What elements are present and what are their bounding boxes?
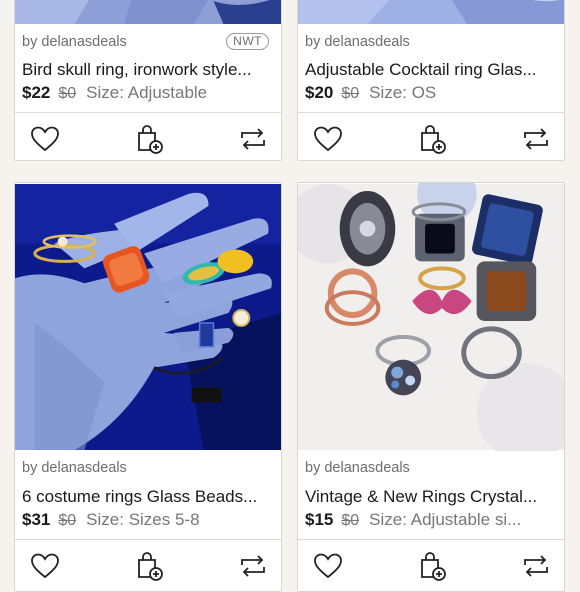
listing-title[interactable]: 6 costume rings Glass Beads... — [22, 487, 274, 507]
heart-icon[interactable] — [312, 123, 344, 155]
size-label: Size: Adjustable — [86, 83, 208, 102]
card-actions — [298, 539, 564, 590]
card-actions — [15, 539, 281, 590]
share-arrows-icon[interactable] — [237, 123, 269, 155]
price: $31 — [22, 510, 51, 529]
seller-name[interactable]: by delanasdeals — [22, 460, 127, 476]
listing-grid: by delanasdeals NWT Bird skull ring, iro… — [0, 0, 580, 592]
size-label: Size: Sizes 5-8 — [86, 510, 200, 529]
price-line: $31 $0 Size: Sizes 5-8 — [22, 510, 274, 530]
bag-add-icon[interactable] — [133, 550, 165, 582]
price-line: $20 $0 Size: OS — [305, 83, 557, 103]
listing-title[interactable]: Adjustable Cocktail ring Glas... — [305, 60, 557, 80]
listing-image[interactable] — [15, 183, 281, 451]
listing-image[interactable] — [298, 183, 564, 451]
bag-add-icon[interactable] — [416, 123, 448, 155]
card-actions — [298, 112, 564, 160]
original-price: $0 — [58, 512, 77, 529]
price: $20 — [305, 83, 334, 102]
original-price: $0 — [341, 85, 360, 102]
seller-name[interactable]: by delanasdeals — [305, 460, 410, 476]
listing-card[interactable]: by delanasdeals 6 costume rings Glass Be… — [14, 182, 282, 592]
bag-add-icon[interactable] — [416, 550, 448, 582]
listing-card[interactable]: by delanasdeals NWT Bird skull ring, iro… — [14, 0, 282, 161]
price: $22 — [22, 83, 51, 102]
listing-card[interactable]: by delanasdeals Vintage & New Rings Crys… — [297, 182, 565, 592]
share-arrows-icon[interactable] — [520, 550, 552, 582]
seller-name[interactable]: by delanasdeals — [305, 34, 410, 50]
share-arrows-icon[interactable] — [520, 123, 552, 155]
listing-title[interactable]: Bird skull ring, ironwork style... — [22, 60, 274, 80]
price-line: $22 $0 Size: Adjustable — [22, 83, 274, 103]
seller-name[interactable]: by delanasdeals — [22, 34, 127, 50]
bag-add-icon[interactable] — [133, 123, 165, 155]
original-price: $0 — [341, 512, 360, 529]
price-line: $15 $0 Size: Adjustable si... — [305, 510, 557, 530]
heart-icon[interactable] — [312, 550, 344, 582]
listing-card[interactable]: by delanasdeals Adjustable Cocktail ring… — [297, 0, 565, 161]
share-arrows-icon[interactable] — [237, 550, 269, 582]
card-actions — [15, 112, 281, 160]
price: $15 — [305, 510, 334, 529]
original-price: $0 — [58, 85, 77, 102]
listing-image[interactable] — [298, 0, 564, 24]
size-label: Size: OS — [369, 83, 437, 102]
heart-icon[interactable] — [29, 550, 61, 582]
heart-icon[interactable] — [29, 123, 61, 155]
nwt-badge: NWT — [226, 33, 269, 50]
listing-image[interactable] — [15, 0, 281, 24]
listing-title[interactable]: Vintage & New Rings Crystal... — [305, 487, 557, 507]
size-label: Size: Adjustable si... — [369, 510, 522, 529]
